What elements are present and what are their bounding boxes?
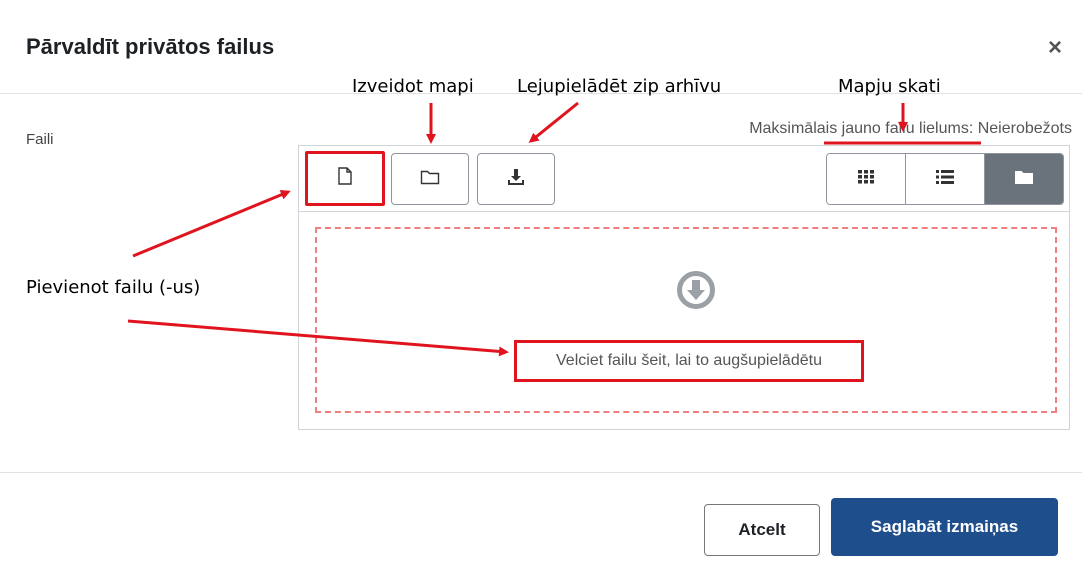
add-file-icon <box>337 167 353 190</box>
max-size-text: Maksimālais jauno failu lielums: Neierob… <box>749 120 1072 137</box>
list-icon <box>936 169 954 189</box>
download-icon <box>507 168 525 191</box>
cancel-button[interactable]: Atcelt <box>704 504 820 556</box>
arrow-download-zip <box>528 101 579 143</box>
view-tree-button[interactable] <box>985 154 1063 204</box>
view-list-button[interactable] <box>906 154 985 204</box>
annotation-create-folder: Izveidot mapi <box>352 76 474 97</box>
close-button[interactable]: × <box>1048 36 1062 60</box>
arrow-add-file <box>132 190 291 258</box>
arrow-circle-down-icon <box>676 270 716 310</box>
modal-footer: Atcelt Saglabāt izmaiņas <box>0 472 1082 566</box>
annotation-folder-views: Mapju skati <box>838 76 941 97</box>
dropzone[interactable]: Velciet failu šeit, lai to augšupielādēt… <box>315 227 1057 413</box>
files-label: Faili <box>26 131 54 148</box>
folder-icon <box>1014 169 1034 190</box>
create-folder-icon <box>420 169 440 190</box>
add-file-button[interactable] <box>305 151 385 206</box>
download-zip-button[interactable] <box>477 153 555 205</box>
annotation-download-zip: Lejupielādēt zip arhīvu <box>517 76 722 97</box>
file-drop-area: Velciet failu šeit, lai to augšupielādēt… <box>298 212 1070 430</box>
view-switcher <box>826 153 1064 205</box>
annotation-add-file: Pievienot failu (-us) <box>26 277 201 298</box>
filepicker-toolbar <box>298 145 1070 212</box>
view-icons-button[interactable] <box>827 154 906 204</box>
create-folder-button[interactable] <box>391 153 469 205</box>
grid-icon <box>858 169 874 189</box>
save-button[interactable]: Saglabāt izmaiņas <box>831 498 1058 556</box>
dialog-title: Pārvaldīt privātos failus <box>26 34 275 59</box>
drop-instruction: Velciet failu šeit, lai to augšupielādēt… <box>514 340 864 382</box>
